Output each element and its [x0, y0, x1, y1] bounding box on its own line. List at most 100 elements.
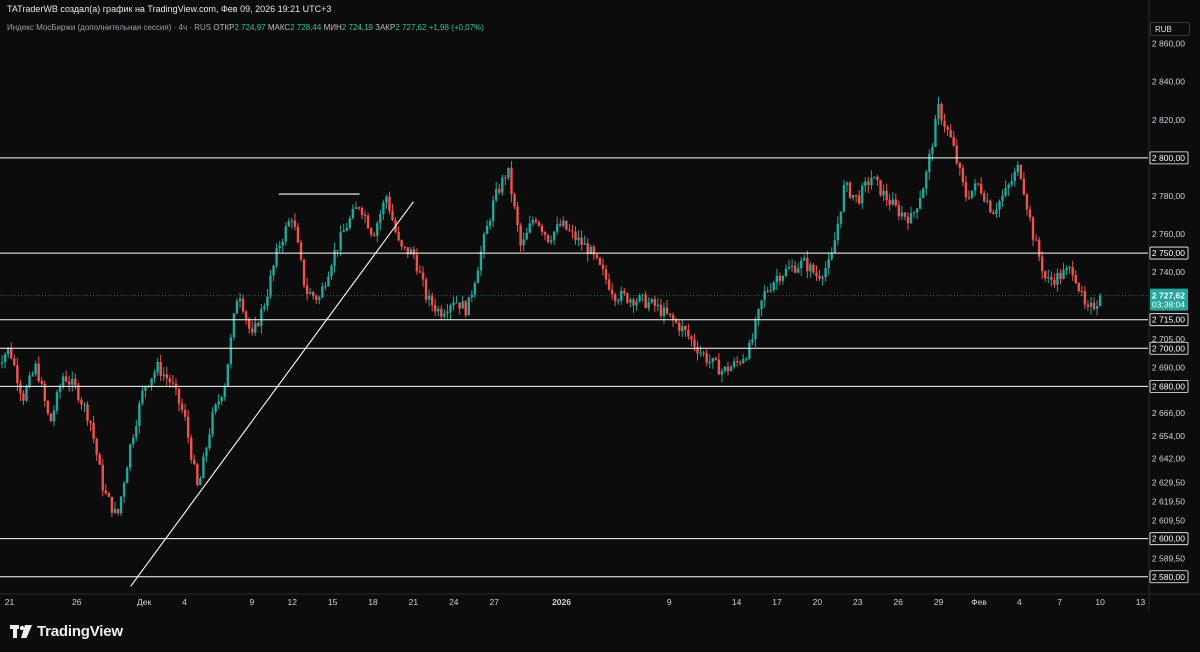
candle: [132, 433, 135, 448]
candle: [180, 398, 184, 413]
candle: [1047, 269, 1050, 284]
candle: [1040, 250, 1044, 279]
price-tick-label: 2 609,50: [1152, 516, 1185, 526]
candle: [684, 325, 687, 337]
candle: [1013, 167, 1016, 187]
candle: [595, 253, 599, 260]
candle: [903, 211, 907, 221]
candle: [418, 265, 422, 274]
candle: [504, 174, 507, 186]
candle: [272, 264, 275, 282]
tradingview-logo[interactable]: TradingView: [10, 623, 123, 640]
candle: [748, 339, 751, 361]
price-tick-label: 2 690,00: [1152, 362, 1185, 372]
candle: [98, 452, 101, 465]
candle: [735, 355, 739, 367]
candle: [754, 316, 757, 348]
candle: [626, 292, 629, 304]
candle: [726, 361, 730, 376]
candle: [784, 264, 788, 278]
candle: [668, 313, 672, 318]
candle: [540, 223, 544, 236]
candle: [40, 377, 43, 386]
time-tick-label: 29: [934, 597, 944, 607]
candle: [787, 259, 791, 270]
candle: [1034, 234, 1038, 241]
candle: [745, 357, 748, 362]
candle: [897, 200, 901, 221]
level-price-tag: 2 700,00: [1149, 341, 1189, 355]
candle: [1028, 205, 1032, 222]
level-price-tag: 2 800,00: [1149, 151, 1189, 165]
candle: [287, 218, 291, 228]
candle: [674, 317, 678, 324]
time-tick-label: 14: [732, 597, 742, 607]
candle: [854, 194, 858, 203]
candle: [1019, 164, 1023, 181]
candle: [1004, 180, 1007, 198]
candle: [400, 239, 403, 251]
candle: [357, 206, 361, 211]
candle: [275, 243, 278, 269]
drawn-lines[interactable]: [0, 157, 1148, 587]
candle: [1056, 268, 1059, 292]
candle: [681, 319, 684, 337]
price-tick-label: 2 780,00: [1152, 191, 1185, 201]
candle: [702, 350, 705, 357]
candle: [1068, 265, 1071, 274]
candle: [479, 245, 483, 277]
candle: [95, 437, 98, 461]
candle: [443, 309, 446, 319]
candle: [519, 222, 522, 252]
candle: [934, 115, 937, 147]
candle: [592, 244, 596, 260]
price-tick-label: 2 840,00: [1152, 77, 1185, 87]
candle: [202, 452, 205, 479]
candle: [183, 403, 187, 421]
candle: [1022, 171, 1026, 196]
candle: [638, 293, 641, 303]
trend-line[interactable]: [130, 201, 414, 587]
candle: [491, 195, 495, 228]
candle: [915, 207, 919, 219]
last-price-tag: 2 727,6203:38:04: [1150, 288, 1188, 311]
svg-text:2 680,00: 2 680,00: [1152, 381, 1185, 391]
candle: [308, 287, 312, 295]
candle: [119, 496, 123, 517]
candle: [382, 199, 385, 220]
candle: [421, 266, 425, 287]
candle: [22, 390, 25, 406]
candle: [1016, 161, 1019, 177]
candle: [925, 169, 928, 196]
candle: [1077, 282, 1080, 294]
candle: [406, 247, 409, 258]
candle: [760, 299, 763, 317]
time-axis[interactable]: 21 26 Дек 4 9 12 15 18 21 24 27 2026 9 14 17 20 23 26 29 Фе…: [5, 597, 1146, 607]
candle: [238, 292, 242, 308]
time-tick-label: 20: [813, 597, 823, 607]
candle: [354, 201, 358, 210]
candle: [906, 212, 910, 230]
candle: [1059, 269, 1062, 284]
candle: [55, 389, 59, 415]
candle: [302, 259, 306, 289]
candle: [873, 176, 876, 179]
time-tick-label: 4: [182, 597, 187, 607]
candle: [397, 226, 400, 242]
candle: [251, 321, 254, 336]
candle: [690, 334, 693, 347]
candle: [333, 242, 336, 273]
candle: [19, 379, 22, 402]
candle: [327, 271, 330, 287]
candle: [586, 238, 589, 262]
candle: [809, 261, 812, 278]
candle: [434, 298, 437, 316]
candle: [437, 306, 440, 317]
candle: [1086, 300, 1090, 312]
candle: [376, 220, 379, 243]
candle: [537, 220, 541, 227]
price-chart[interactable]: 2 860,00 2 840,00 2 820,00 2 780,00 2 760,00…: [0, 0, 1200, 612]
price-axis[interactable]: 2 860,00 2 840,00 2 820,00 2 780,00 2 760,00…: [1149, 39, 1189, 584]
time-tick-label: 26: [893, 597, 903, 607]
candle: [424, 277, 428, 303]
